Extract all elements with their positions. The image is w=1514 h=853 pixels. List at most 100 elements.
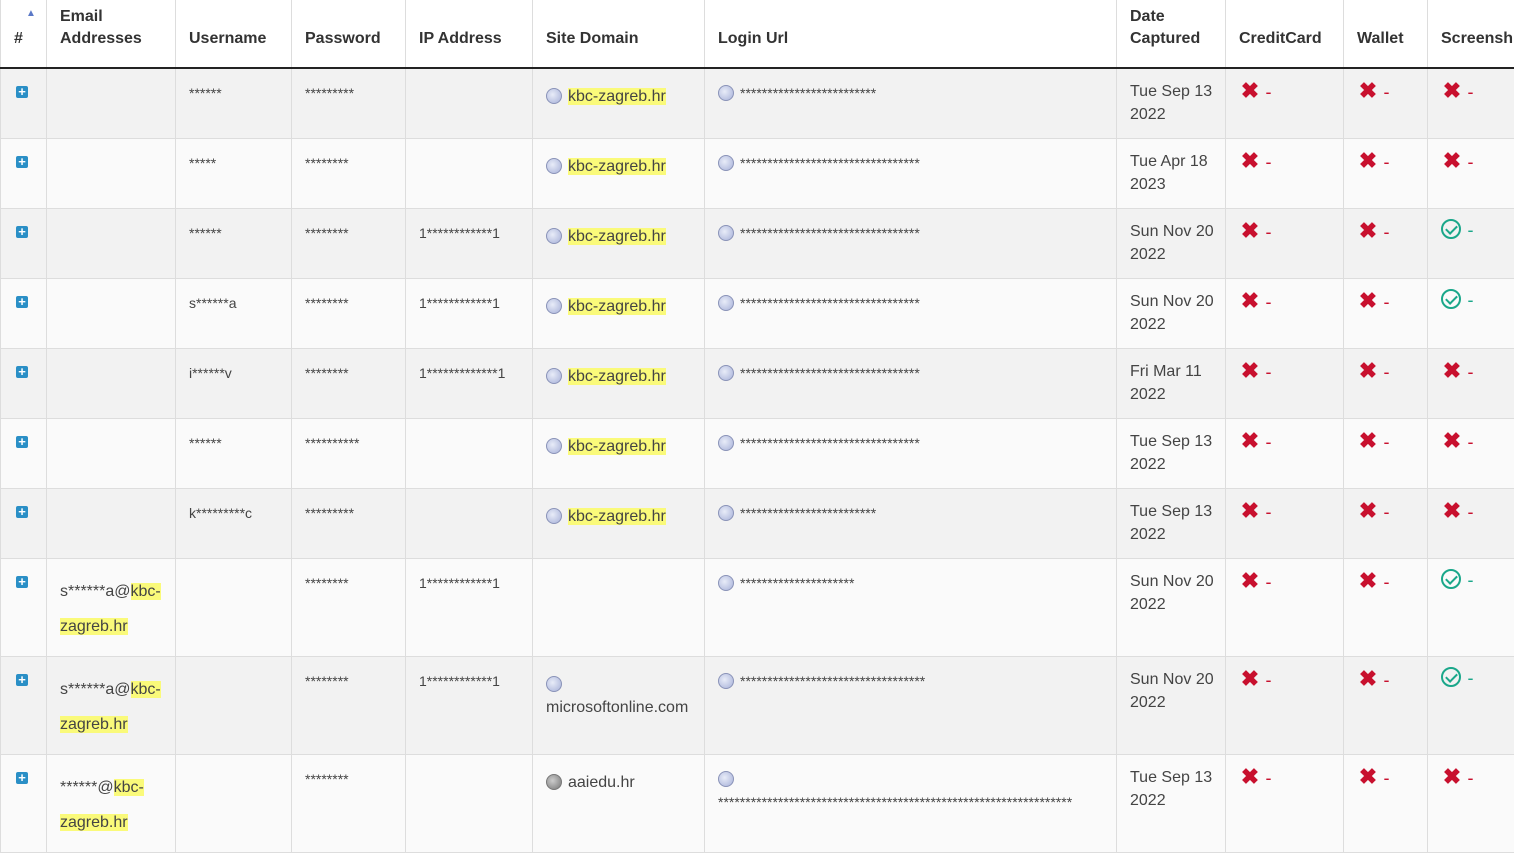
column-header-domain[interactable]: Site Domain	[533, 0, 705, 68]
column-header-creditcard[interactable]: CreditCard	[1226, 0, 1344, 68]
username-cell: s******a	[176, 279, 292, 349]
login-url-cell: *********************************	[705, 279, 1117, 349]
site-domain-link[interactable]: kbc-zagreb.hr	[568, 88, 666, 105]
table-row: + i******v ******** 1*************1 kbc-…	[1, 349, 1514, 419]
expand-row-icon[interactable]: +	[16, 436, 28, 448]
check-circle-icon[interactable]	[1441, 569, 1461, 589]
site-domain-link[interactable]: microsoftonline.com	[546, 699, 688, 716]
email-cell	[47, 279, 176, 349]
ip-cell	[406, 68, 533, 139]
password-cell: ********	[292, 657, 406, 755]
creditcard-cell: ✖ -	[1226, 489, 1344, 559]
column-header-username[interactable]: Username	[176, 0, 292, 68]
column-header-ip[interactable]: IP Address	[406, 0, 533, 68]
login-url-link[interactable]: *********************************	[740, 225, 920, 241]
login-url-link[interactable]: *************************	[740, 505, 876, 521]
cross-icon: ✖	[1239, 289, 1261, 312]
site-domain-cell: kbc-zagreb.hr	[533, 349, 705, 419]
login-url-link[interactable]: *********************	[740, 575, 854, 591]
column-header-email[interactable]: Email Addresses	[47, 0, 176, 68]
ip-cell: 1************1	[406, 279, 533, 349]
creditcard-cell: ✖ -	[1226, 349, 1344, 419]
row-expand-cell: +	[1, 755, 47, 853]
expand-row-icon[interactable]: +	[16, 576, 28, 588]
date-cell: Tue Apr 18 2023	[1117, 139, 1226, 209]
site-domain-cell: microsoftonline.com	[533, 657, 705, 755]
row-expand-cell: +	[1, 657, 47, 755]
cross-icon: ✖	[1239, 359, 1261, 382]
row-expand-cell: +	[1, 419, 47, 489]
expand-row-icon[interactable]: +	[16, 296, 28, 308]
table-row: + ***** ******** kbc-zagreb.hr *********…	[1, 139, 1514, 209]
expand-row-icon[interactable]: +	[16, 506, 28, 518]
email-user: s******a@	[60, 583, 131, 600]
screenshot-value: -	[1467, 290, 1473, 310]
check-circle-icon[interactable]	[1441, 667, 1461, 687]
login-url-link[interactable]: *********************************	[740, 435, 920, 451]
column-header-date[interactable]: Date Captured	[1117, 0, 1226, 68]
login-url-link[interactable]: *********************************	[740, 295, 920, 311]
username-cell: *****	[176, 139, 292, 209]
column-header-index[interactable]: ▲#	[1, 0, 47, 68]
column-header-wallet[interactable]: Wallet	[1344, 0, 1428, 68]
globe-icon	[718, 673, 734, 689]
expand-row-icon[interactable]: +	[16, 86, 28, 98]
wallet-cell: ✖ -	[1344, 279, 1428, 349]
login-url-link[interactable]: **********************************	[740, 673, 925, 689]
date-cell: Sun Nov 20 2022	[1117, 279, 1226, 349]
username-cell	[176, 755, 292, 853]
login-url-link[interactable]: *************************	[740, 85, 876, 101]
cross-icon: ✖	[1357, 219, 1379, 242]
expand-row-icon[interactable]: +	[16, 156, 28, 168]
wallet-cell: ✖ -	[1344, 139, 1428, 209]
site-domain-link[interactable]: aaiedu.hr	[568, 774, 635, 791]
creditcard-value: -	[1265, 768, 1271, 788]
expand-row-icon[interactable]: +	[16, 674, 28, 686]
column-header-password[interactable]: Password	[292, 0, 406, 68]
login-url-link[interactable]: *********************************	[740, 155, 920, 171]
globe-icon	[718, 295, 734, 311]
site-domain-link[interactable]: kbc-zagreb.hr	[568, 228, 666, 245]
row-expand-cell: +	[1, 349, 47, 419]
table-row: + s******a ******** 1************1 kbc-z…	[1, 279, 1514, 349]
globe-icon	[718, 85, 734, 101]
check-circle-icon[interactable]	[1441, 289, 1461, 309]
column-header-login-url[interactable]: Login Url	[705, 0, 1117, 68]
globe-icon	[546, 676, 562, 692]
ip-cell: 1************1	[406, 657, 533, 755]
site-domain-link[interactable]: kbc-zagreb.hr	[568, 368, 666, 385]
date-cell: Tue Sep 13 2022	[1117, 419, 1226, 489]
login-url-cell: *********************************	[705, 419, 1117, 489]
login-url-cell: *************************	[705, 68, 1117, 139]
site-domain-link[interactable]: kbc-zagreb.hr	[568, 298, 666, 315]
credentials-table: ▲# Email Addresses Username Password IP …	[0, 0, 1514, 853]
creditcard-cell: ✖ -	[1226, 209, 1344, 279]
ip-cell: 1************1	[406, 209, 533, 279]
password-cell: *********	[292, 489, 406, 559]
cross-icon: ✖	[1357, 289, 1379, 312]
cross-icon: ✖	[1357, 499, 1379, 522]
site-domain-link[interactable]: kbc-zagreb.hr	[568, 158, 666, 175]
date-cell: Sun Nov 20 2022	[1117, 559, 1226, 657]
password-cell: ********	[292, 209, 406, 279]
screenshot-cell: ✖ -	[1428, 489, 1514, 559]
date-cell: Tue Sep 13 2022	[1117, 755, 1226, 853]
creditcard-cell: ✖ -	[1226, 419, 1344, 489]
column-header-screenshot[interactable]: Screensh	[1428, 0, 1514, 68]
login-url-link[interactable]: *********************************	[740, 365, 920, 381]
check-circle-icon[interactable]	[1441, 219, 1461, 239]
wallet-value: -	[1383, 572, 1389, 592]
site-domain-cell: kbc-zagreb.hr	[533, 489, 705, 559]
expand-row-icon[interactable]: +	[16, 226, 28, 238]
creditcard-value: -	[1265, 670, 1271, 690]
expand-row-icon[interactable]: +	[16, 772, 28, 784]
screenshot-value: -	[1467, 82, 1473, 102]
wallet-cell: ✖ -	[1344, 419, 1428, 489]
login-url-cell: *********************************	[705, 139, 1117, 209]
site-domain-link[interactable]: kbc-zagreb.hr	[568, 508, 666, 525]
expand-row-icon[interactable]: +	[16, 366, 28, 378]
site-domain-link[interactable]: kbc-zagreb.hr	[568, 438, 666, 455]
creditcard-value: -	[1265, 502, 1271, 522]
login-url-link[interactable]: ****************************************…	[718, 794, 1072, 810]
globe-icon	[718, 365, 734, 381]
